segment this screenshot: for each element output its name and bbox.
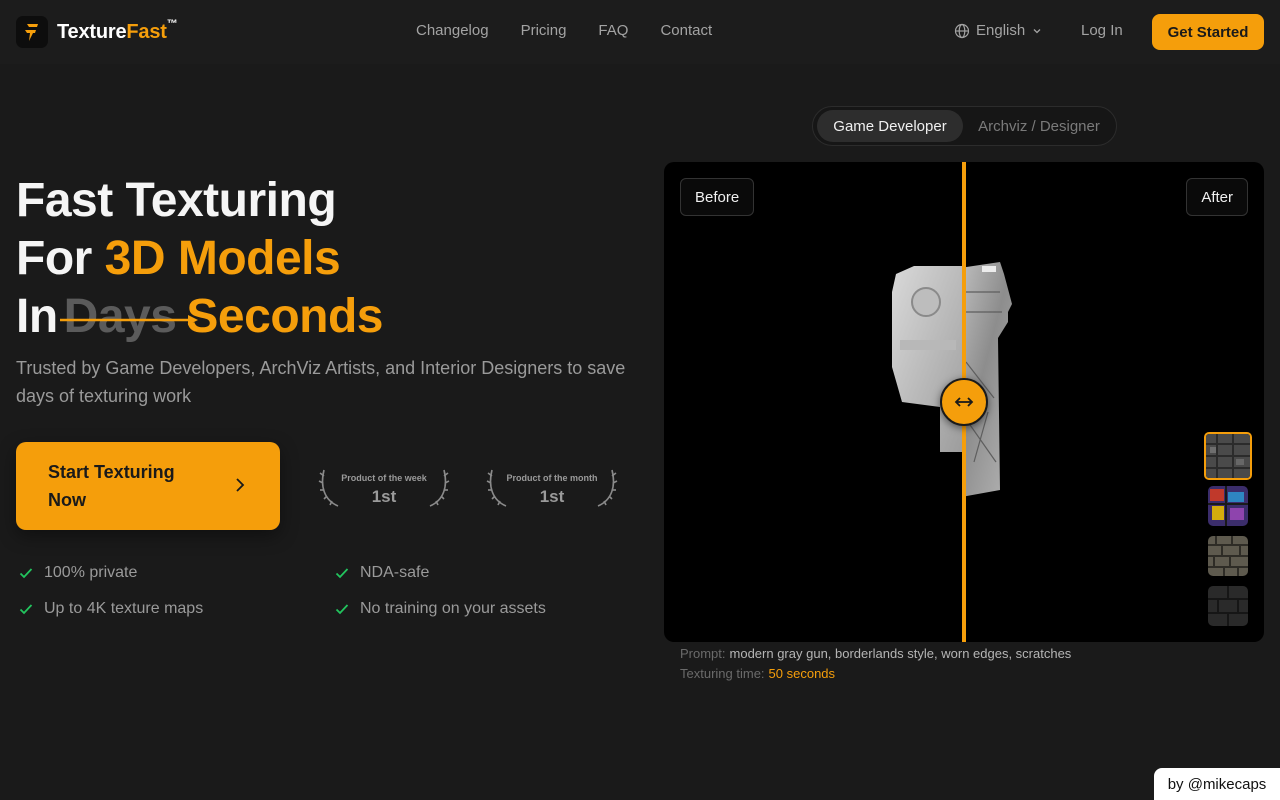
headline-line-1: Fast Texturing <box>16 174 337 227</box>
award-label: Product of the week <box>341 473 427 483</box>
feature-item: Up to 4K texture maps <box>18 600 203 618</box>
struck-word: Days <box>59 288 198 346</box>
headline-accent-seconds: Seconds <box>186 290 383 343</box>
texturing-time-label: Texturing time: <box>680 666 765 681</box>
nav-link-changelog[interactable]: Changelog <box>416 22 489 39</box>
texture-preview-dark <box>1208 586 1248 626</box>
check-icon <box>19 568 33 579</box>
prompt-value: modern gray gun, borderlands style, worn… <box>729 646 1072 661</box>
headline-accent-3d-models: 3D Models <box>104 232 341 285</box>
hero-headline: Fast Texturing For 3D Models In Days Seco… <box>16 172 383 346</box>
globe-icon <box>954 23 970 38</box>
headline-line-3: In Days Seconds <box>16 288 383 346</box>
compare-slider-handle[interactable] <box>940 378 988 426</box>
lightning-logo-icon <box>16 16 48 48</box>
after-label: After <box>1186 178 1248 216</box>
strike-arrow-icon <box>59 315 198 325</box>
segment-archviz-designer[interactable]: Archviz / Designer <box>965 110 1113 142</box>
arrows-horizontal-icon <box>954 397 974 407</box>
headline-line-2: For 3D Models <box>16 232 341 285</box>
check-icon <box>335 604 349 615</box>
check-icon <box>335 568 349 579</box>
nav-link-contact[interactable]: Contact <box>660 22 712 39</box>
award-rank: 1st <box>371 487 397 506</box>
top-navbar: TextureFast™ Changelog Pricing FAQ Conta… <box>0 0 1280 64</box>
award-product-of-month: Product of the month 1st <box>486 462 618 510</box>
prompt-label: Prompt: <box>680 646 726 661</box>
texture-preview-graffiti <box>1208 486 1248 526</box>
feature-item: NDA-safe <box>334 564 429 582</box>
texturing-time-line: Texturing time: 50 seconds <box>680 666 835 681</box>
award-rank: 1st <box>539 487 565 506</box>
texture-preview-gray <box>1206 434 1250 478</box>
start-texturing-button[interactable]: Start Texturing Now <box>16 442 280 530</box>
nav-links: Changelog Pricing FAQ Contact <box>416 22 712 39</box>
award-product-of-week: Product of the week 1st <box>318 462 450 510</box>
start-texturing-label: Start Texturing Now <box>48 462 175 510</box>
texture-thumbnail[interactable] <box>1208 536 1248 576</box>
chevron-right-icon <box>236 478 245 492</box>
before-label: Before <box>680 178 755 216</box>
before-after-viewer[interactable]: Before After <box>664 162 1264 642</box>
texture-preview-stone <box>1208 536 1248 576</box>
user-type-toggle: Game Developer Archviz / Designer <box>812 106 1117 146</box>
language-selector[interactable]: English <box>954 22 1043 39</box>
texture-thumbnail[interactable] <box>1204 432 1252 480</box>
nav-link-pricing[interactable]: Pricing <box>521 22 567 39</box>
prompt-line: Prompt: modern gray gun, borderlands styl… <box>680 646 1071 661</box>
texture-thumbnail[interactable] <box>1208 586 1248 626</box>
segment-game-developer[interactable]: Game Developer <box>817 110 963 142</box>
award-label: Product of the month <box>506 473 598 483</box>
nav-link-faq[interactable]: FAQ <box>598 22 628 39</box>
author-credit-link[interactable]: by @mikecaps <box>1154 768 1280 800</box>
chevron-down-icon <box>1033 28 1041 33</box>
texture-thumbnail[interactable] <box>1208 486 1248 526</box>
brand-logo-link[interactable]: TextureFast™ <box>16 16 178 48</box>
feature-item: No training on your assets <box>334 600 546 618</box>
get-started-button[interactable]: Get Started <box>1152 14 1264 50</box>
login-link[interactable]: Log In <box>1081 22 1123 39</box>
check-icon <box>19 604 33 615</box>
texturing-time-value: 50 seconds <box>768 666 836 681</box>
feature-item: 100% private <box>18 564 137 582</box>
hero-subtitle: Trusted by Game Developers, ArchViz Arti… <box>16 358 626 406</box>
language-label: English <box>976 22 1026 39</box>
brand-name: TextureFast™ <box>57 17 178 43</box>
